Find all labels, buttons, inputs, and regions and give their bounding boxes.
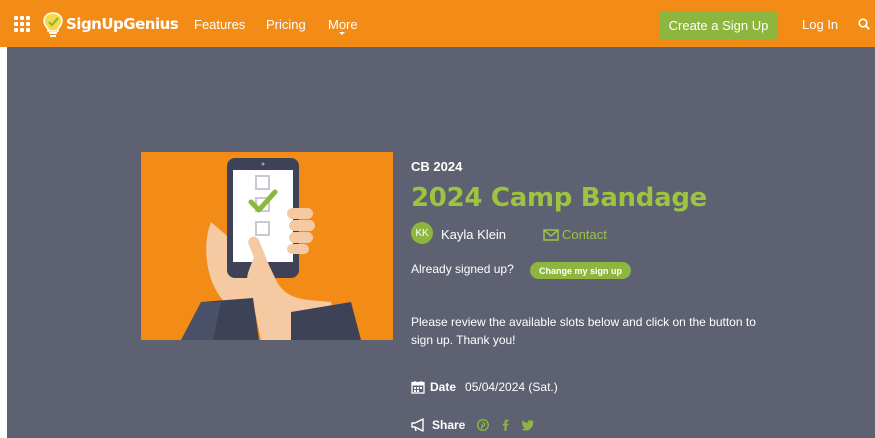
create-signup-button[interactable]: Create a Sign Up [659,11,778,40]
brand-name: SignUpGenius [66,15,179,33]
pinterest-icon[interactable] [477,419,490,431]
top-nav-bar: SignUpGenius Features Pricing More Creat… [0,0,875,47]
already-signed-text: Already signed up? [411,262,514,276]
apps-grid-icon[interactable] [14,16,30,32]
twitter-icon[interactable] [521,419,534,431]
nav-link-features[interactable]: Features [194,17,245,32]
facebook-icon[interactable] [501,419,509,431]
login-link[interactable]: Log In [802,17,838,32]
search-icon[interactable] [858,18,870,30]
date-value: 05/04/2024 (Sat.) [465,380,558,394]
calendar-icon [411,381,425,394]
organizer-name: Kayla Klein [441,227,507,242]
page-frame: SignUpGenius Features Pricing More Creat… [0,0,875,438]
chevron-down-icon [339,32,345,35]
change-signup-button[interactable]: Change my sign up [530,262,631,279]
share-row: Share [411,418,534,432]
signup-description: Please review the available slots below … [411,315,756,347]
share-label: Share [432,418,466,432]
date-label: Date [430,380,457,394]
contact-link[interactable]: Contact [543,227,607,242]
group-code: CB 2024 [411,159,463,174]
megaphone-icon [411,418,424,432]
avatar: KK [411,222,433,244]
brand-logo[interactable]: SignUpGenius [42,10,179,38]
nav-link-more[interactable]: More [328,17,358,32]
page-title: 2024 Camp Bandage [411,183,707,213]
envelope-icon [543,228,559,241]
lightbulb-logo-icon [43,12,63,37]
date-row: Date 05/04/2024 (Sat.) [411,380,558,394]
nav-link-pricing[interactable]: Pricing [266,17,306,32]
signup-illustration [141,152,393,340]
contact-label: Contact [562,227,607,242]
